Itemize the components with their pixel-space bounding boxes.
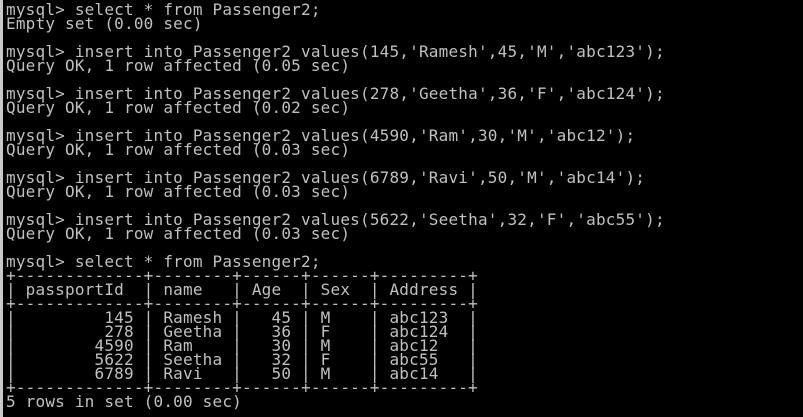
terminal-line: Query OK, 1 row affected (0.03 sec): [6, 224, 351, 243]
terminal-line: 5 rows in set (0.00 sec): [6, 392, 242, 411]
terminal-window[interactable]: mysql> select * from Passenger2; Empty s…: [0, 0, 803, 417]
terminal-line: Query OK, 1 row affected (0.03 sec): [6, 182, 351, 201]
terminal-line: Empty set (0.00 sec): [6, 14, 203, 33]
terminal-line: Query OK, 1 row affected (0.05 sec): [6, 56, 351, 75]
window-left-border: [0, 0, 3, 417]
terminal-line: Query OK, 1 row affected (0.02 sec): [6, 98, 351, 117]
terminal-line: Query OK, 1 row affected (0.03 sec): [6, 140, 351, 159]
